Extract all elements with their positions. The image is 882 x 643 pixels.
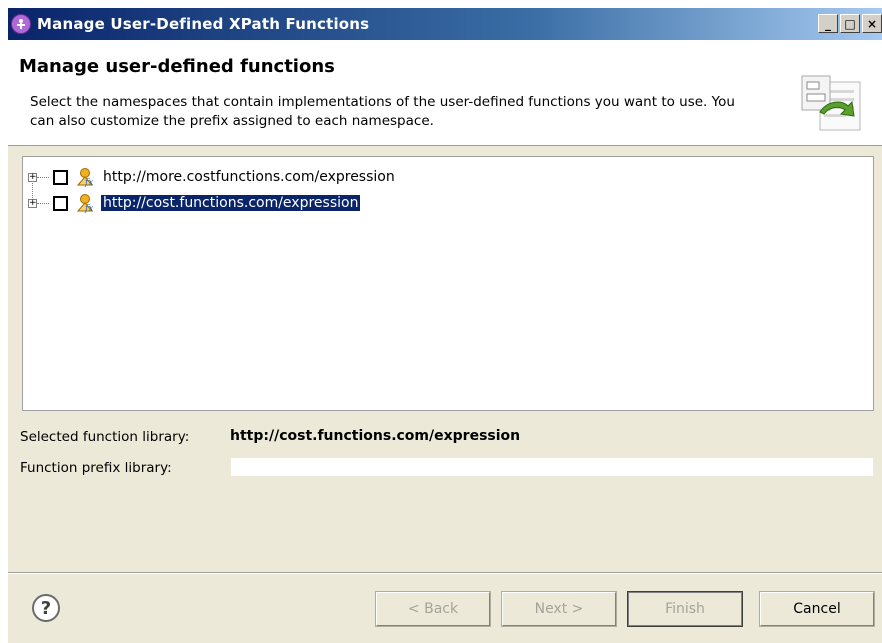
- wizard-banner-icon: [801, 75, 861, 131]
- maximize-button[interactable]: □: [840, 14, 860, 33]
- cancel-button-label: Cancel: [793, 601, 841, 617]
- title-bar[interactable]: Manage User-Defined XPath Functions _ □ …: [8, 8, 882, 40]
- minimize-button[interactable]: _: [818, 14, 838, 33]
- namespace-checkbox[interactable]: [53, 196, 68, 211]
- namespace-label-selected: http://cost.functions.com/expression: [101, 195, 361, 211]
- svg-text:fx: fx: [84, 178, 93, 187]
- finish-button[interactable]: Finish: [627, 591, 743, 627]
- minimize-icon: _: [825, 16, 831, 31]
- namespace-checkbox[interactable]: [53, 170, 68, 185]
- close-button[interactable]: ×: [862, 14, 882, 33]
- finish-button-label: Finish: [665, 601, 705, 617]
- svg-text:fx: fx: [84, 204, 93, 213]
- wizard-footer: ? < Back Next > Finish Cancel: [8, 574, 882, 643]
- back-button-label: < Back: [407, 601, 459, 617]
- app-icon: [11, 14, 31, 34]
- wizard-header: Manage user-defined functions Select the…: [8, 40, 882, 146]
- help-button[interactable]: ?: [32, 594, 60, 622]
- next-button[interactable]: Next >: [501, 591, 617, 627]
- cancel-button[interactable]: Cancel: [759, 591, 875, 627]
- page-description: Select the namespaces that contain imple…: [30, 94, 735, 129]
- expand-icon[interactable]: +: [28, 199, 37, 208]
- tree-connector: [37, 177, 49, 178]
- page-title: Manage user-defined functions: [19, 56, 335, 77]
- window-controls: _ □ ×: [818, 14, 882, 33]
- next-button-label: Next >: [534, 601, 584, 617]
- help-icon: ?: [40, 597, 52, 619]
- selected-library-value: http://cost.functions.com/expression: [230, 428, 521, 444]
- tree-connector: [37, 203, 49, 204]
- window-title: Manage User-Defined XPath Functions: [37, 15, 370, 33]
- back-button[interactable]: < Back: [375, 591, 491, 627]
- selected-library-label: Selected function library:: [20, 429, 190, 445]
- namespace-label: http://more.costfunctions.com/expression: [103, 169, 395, 185]
- function-library-icon: fx: [76, 194, 93, 213]
- function-prefix-input[interactable]: [230, 457, 874, 477]
- maximize-icon: □: [844, 16, 856, 31]
- namespace-tree[interactable]: + fx http://more.costfunctions.com/expre…: [22, 156, 874, 411]
- close-icon: ×: [866, 16, 878, 31]
- function-library-icon: fx: [76, 168, 93, 187]
- prefix-label: Function prefix library:: [20, 460, 172, 476]
- dialog-body: + fx http://more.costfunctions.com/expre…: [8, 146, 882, 572]
- expand-icon[interactable]: +: [28, 173, 37, 182]
